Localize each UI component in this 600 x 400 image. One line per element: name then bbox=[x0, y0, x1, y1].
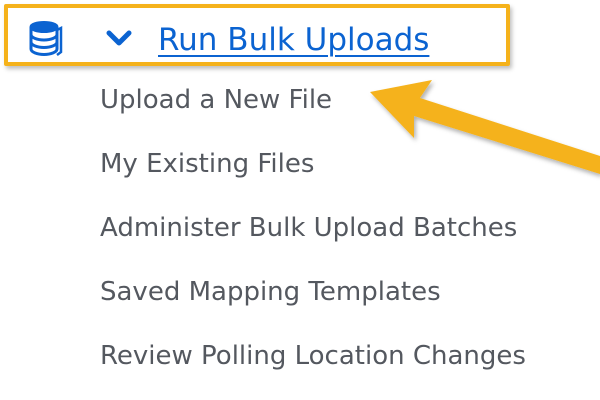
run-bulk-uploads-link[interactable]: Run Bulk Uploads bbox=[158, 20, 429, 60]
database-stack-icon bbox=[29, 21, 63, 57]
submenu-item-review-polling-changes[interactable]: Review Polling Location Changes bbox=[100, 336, 526, 400]
pointer-arrow-icon bbox=[370, 80, 600, 174]
chevron-down-icon[interactable] bbox=[106, 29, 132, 49]
submenu-item-administer-batches[interactable]: Administer Bulk Upload Batches bbox=[100, 208, 526, 272]
menu-header: Run Bulk Uploads bbox=[0, 0, 600, 70]
submenu-item-saved-mapping-templates[interactable]: Saved Mapping Templates bbox=[100, 272, 526, 336]
